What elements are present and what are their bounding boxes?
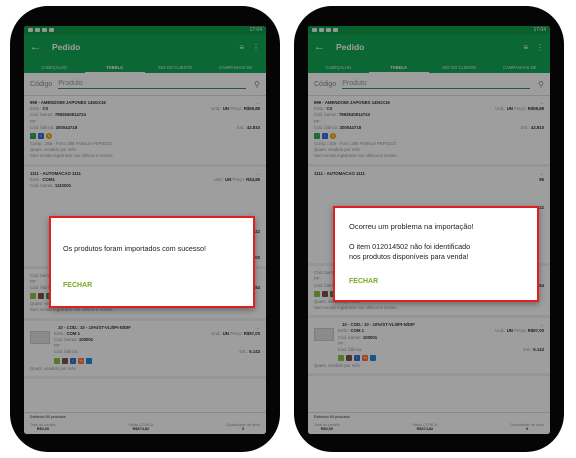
error-message-line2: nos produtos disponíveis para venda!	[349, 252, 469, 261]
fechar-button[interactable]: FECHAR	[349, 278, 378, 285]
error-message-line1: O item 012014502 não foi identificado	[349, 242, 471, 251]
phone-right: 17:04 ← Pedido ≡ ⋮ CABEÇALHO TABELA MIX …	[294, 6, 564, 452]
success-dialog: Os produtos foram importados com sucesso…	[49, 216, 255, 308]
phone-left: 17:04 ← Pedido ≡ ⋮ CABEÇALHO TABELA MIX …	[10, 6, 280, 452]
success-message: Os produtos foram importados com sucesso…	[63, 244, 207, 253]
error-dialog: Ocorreu um problema na importação! O ite…	[333, 206, 539, 302]
error-title: Ocorreu um problema na importação!	[349, 222, 474, 231]
screen-left: 17:04 ← Pedido ≡ ⋮ CABEÇALHO TABELA MIX …	[24, 26, 266, 434]
screen-right: 17:04 ← Pedido ≡ ⋮ CABEÇALHO TABELA MIX …	[308, 26, 550, 434]
fechar-button[interactable]: FECHAR	[63, 282, 92, 289]
